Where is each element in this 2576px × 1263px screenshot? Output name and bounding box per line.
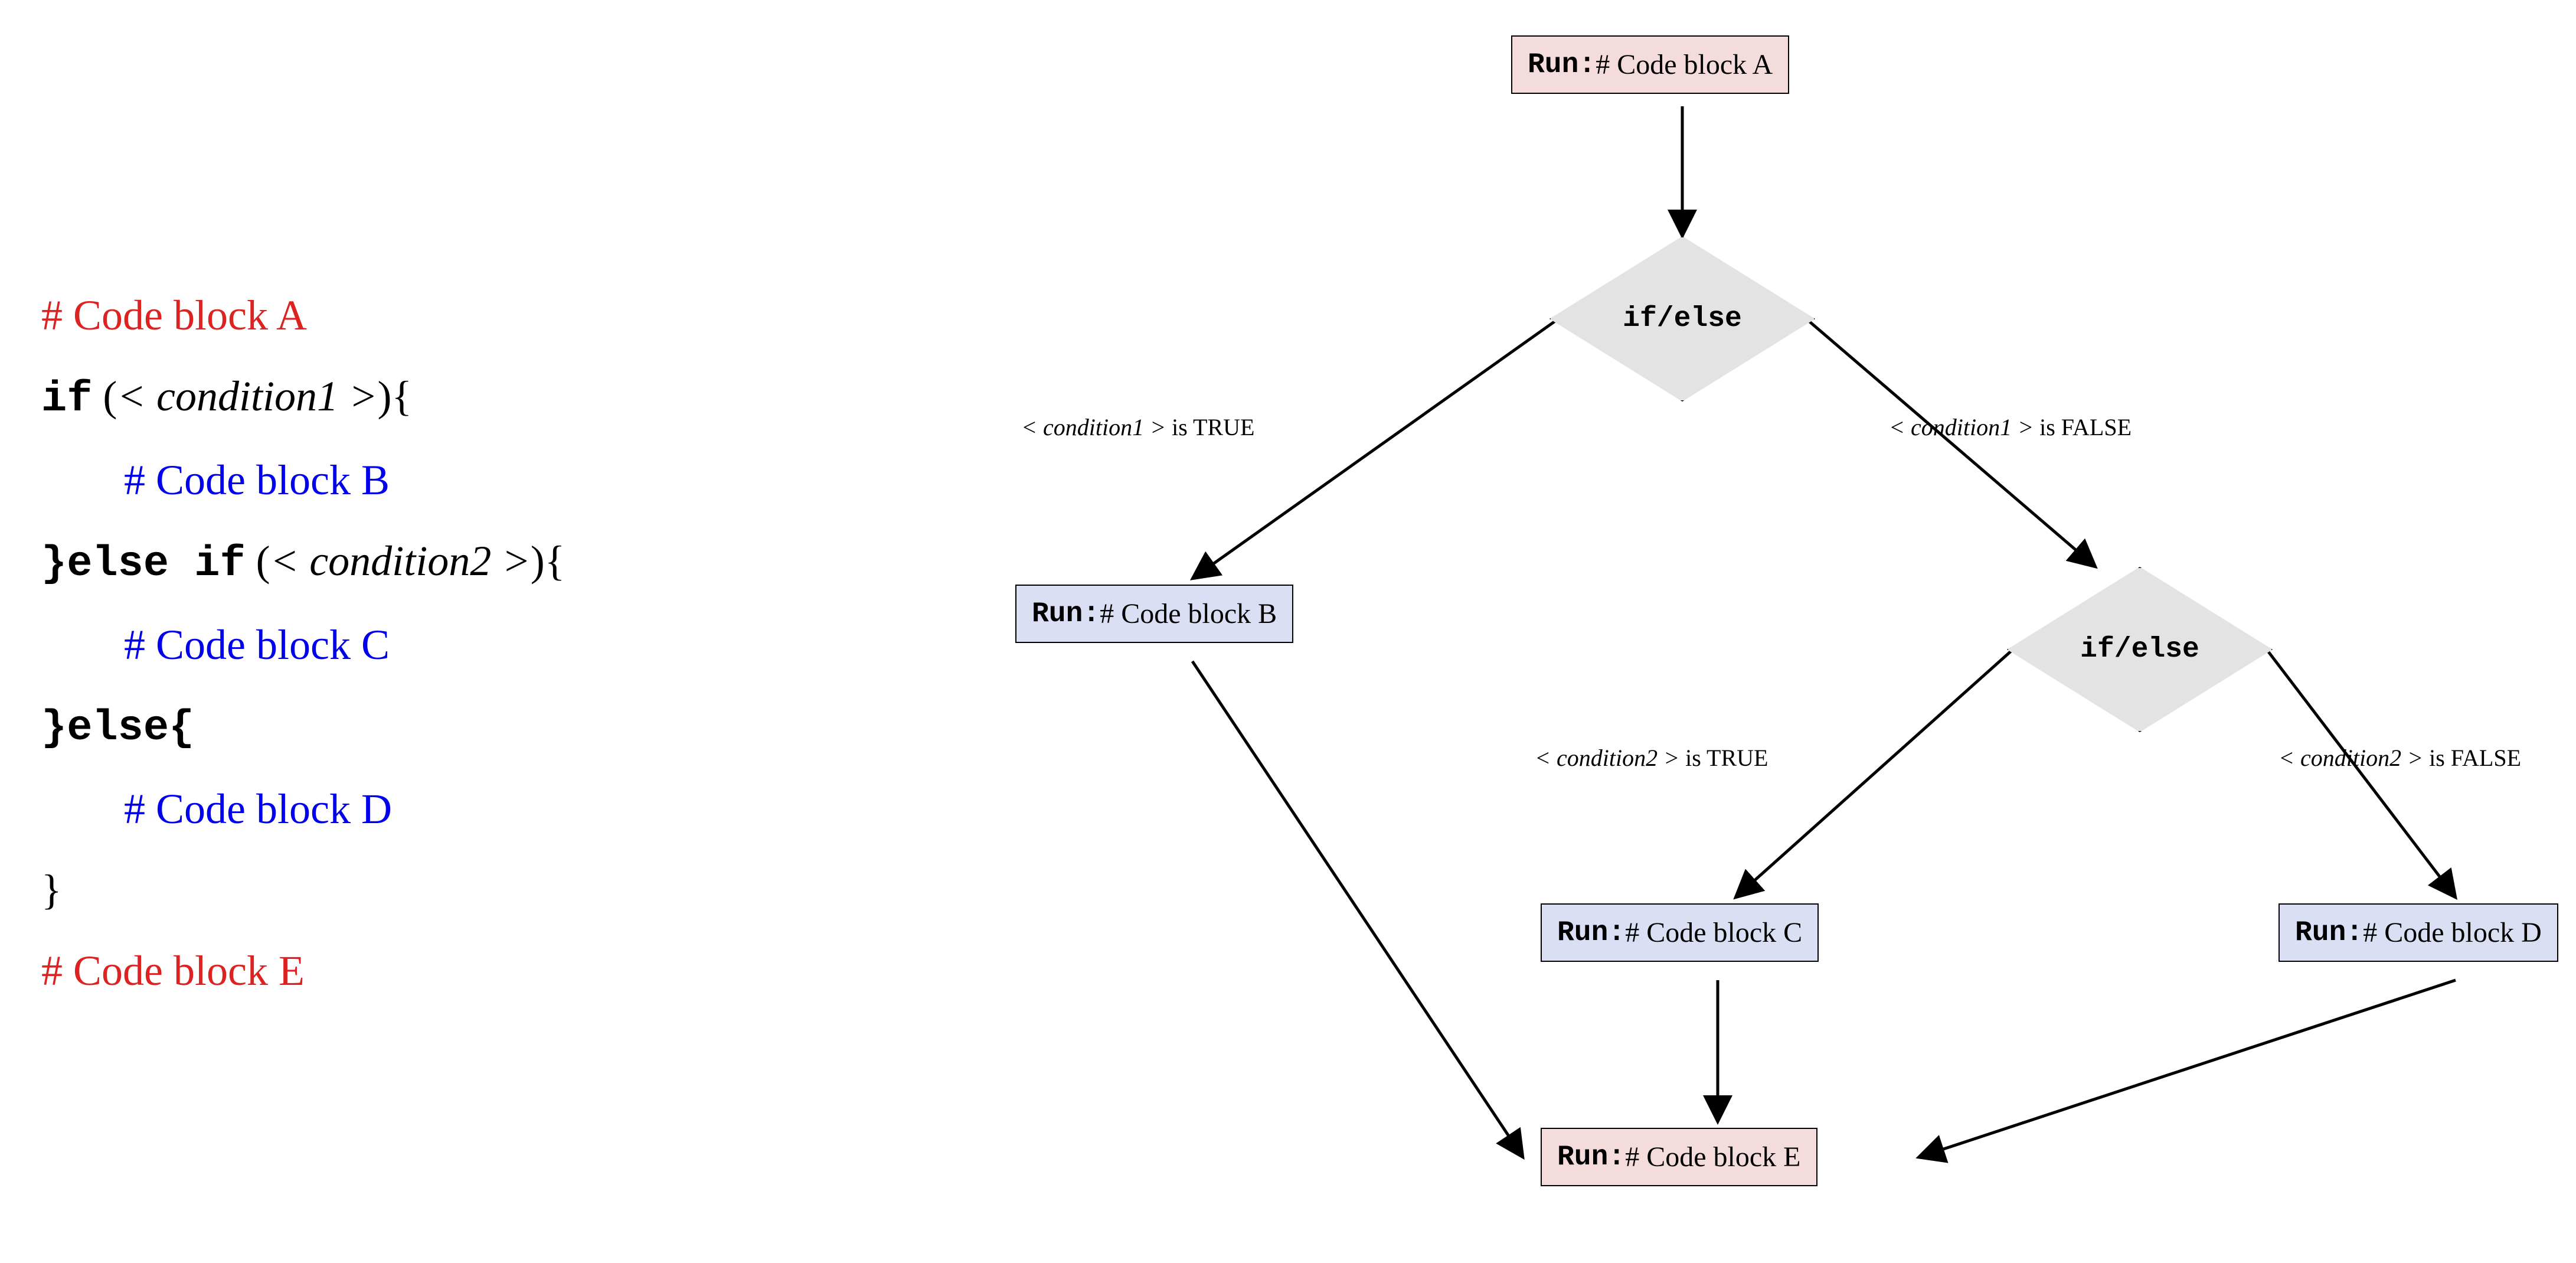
decision-ifelse-2: if/else [2007,567,2273,732]
keyword-if: if [41,375,92,423]
node-block-a: Run: # Code block A [1511,35,1789,94]
code-comment-a: # Code block A [41,275,874,356]
code-comment-c: # Code block C [124,605,874,686]
keyword-elseif: }else if [41,540,246,588]
code-comment-d: # Code block D [124,769,874,850]
node-block-c: Run: # Code block C [1541,903,1819,962]
code-elseif-line: }else if (< condition2 >){ [41,521,874,605]
edge-cond2-true: < condition2 > is TRUE [1535,744,1768,772]
edge-cond2-false: < condition2 > is FALSE [2278,744,2521,772]
node-block-b: Run: # Code block B [1015,585,1293,643]
condition1-text: < condition1 > [117,373,377,420]
code-if-line: if (< condition1 >){ [41,356,874,440]
code-close-brace: } [41,850,874,931]
code-else-line: }else{ [41,685,874,769]
diagram-container: # Code block A if (< condition1 >){ # Co… [0,0,2576,1263]
flowchart-panel: Run: # Code block A if/else < condition1… [874,0,2576,1263]
code-comment-b: # Code block B [124,440,874,521]
node-block-d: Run: # Code block D [2278,903,2558,962]
edge-cond1-true: < condition1 > is TRUE [1021,413,1254,441]
code-comment-e: # Code block E [41,931,874,1011]
node-block-e: Run: # Code block E [1541,1128,1817,1186]
keyword-else: }else{ [41,704,194,752]
decision-ifelse-1: if/else [1549,236,1815,402]
edge-cond1-false: < condition1 > is FALSE [1889,413,2132,441]
condition2-text: < condition2 > [270,537,531,585]
code-panel: # Code block A if (< condition1 >){ # Co… [0,252,874,1011]
